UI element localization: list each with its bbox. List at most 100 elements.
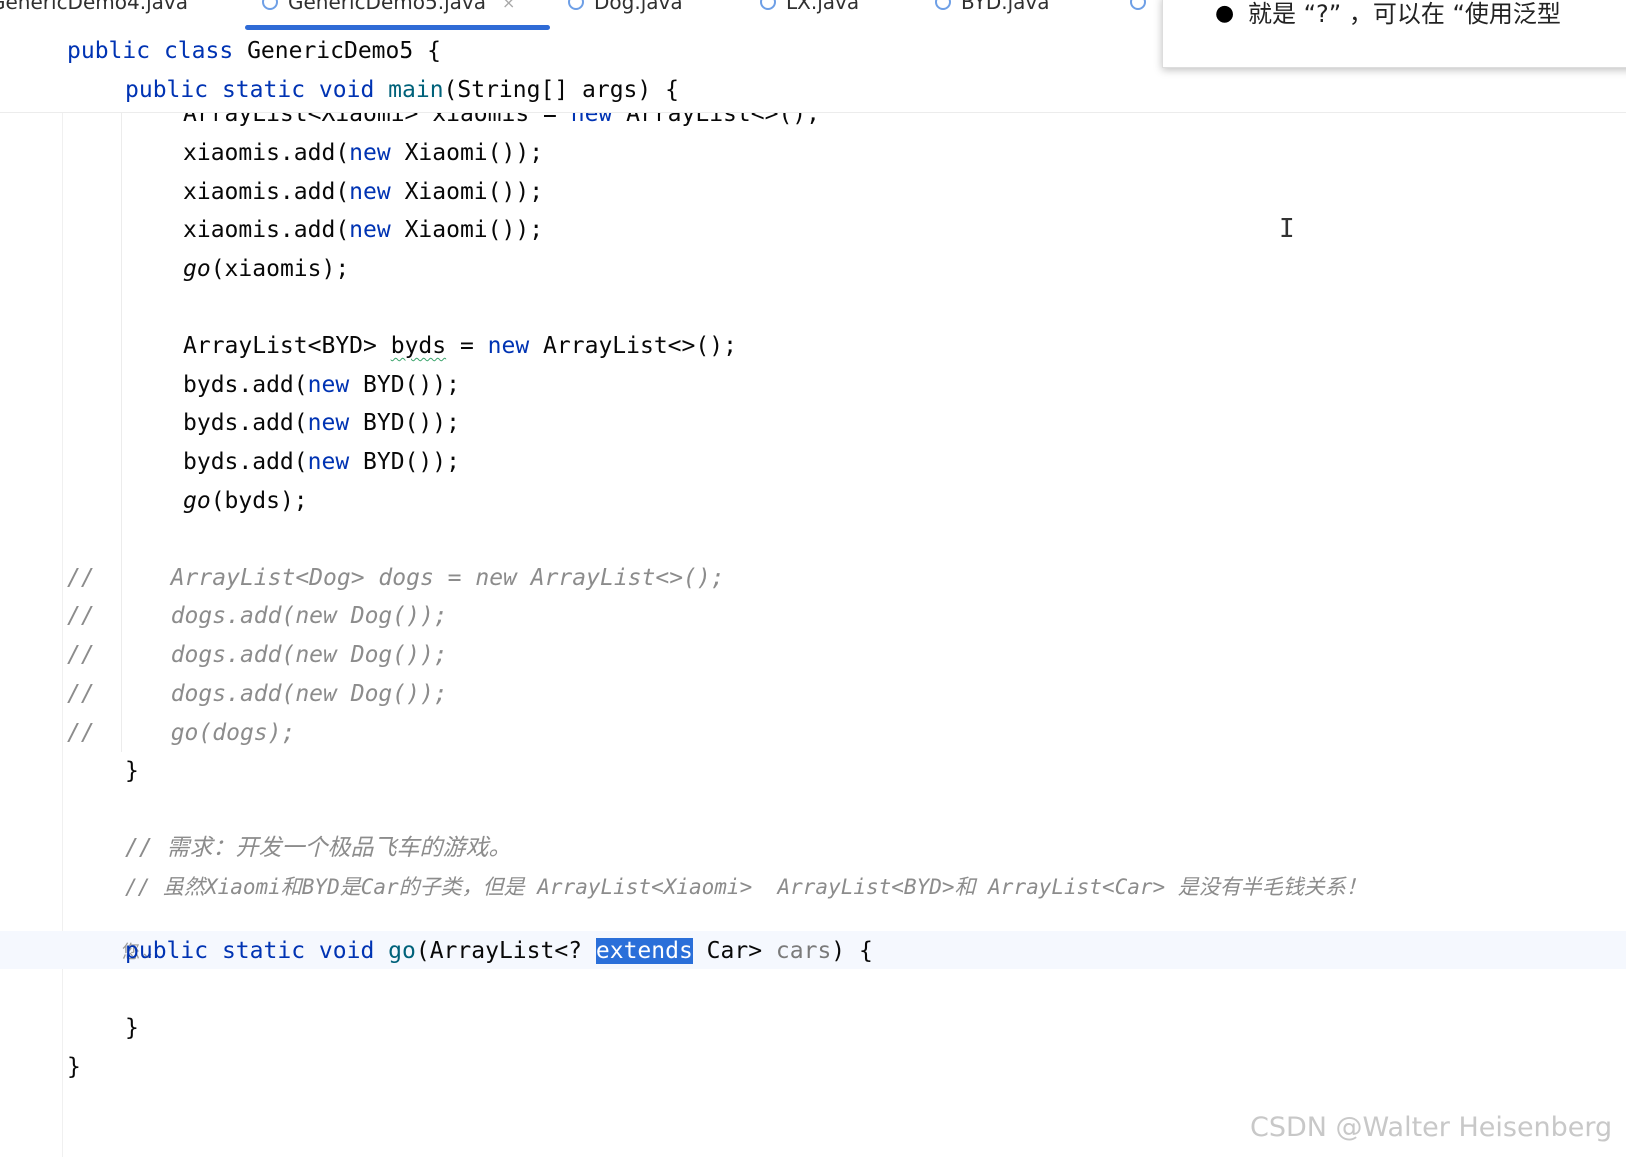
keyword: static: [221, 938, 306, 964]
code-line-go-decl[interactable]: public static void go(ArrayList<? extend…: [125, 936, 873, 966]
code-line[interactable]: byds.add(new BYD());: [183, 408, 460, 438]
code-text: ArrayList<>();: [529, 333, 737, 359]
code-text: ArrayList<BYD>: [183, 333, 391, 359]
selected-keyword: extends: [595, 938, 693, 964]
popup-text: 就是 “?” ，可以在 “使用泛型: [1248, 0, 1561, 28]
keyword: new: [349, 140, 391, 166]
comment-line[interactable]: // ArrayList<Dog> dogs = new ArrayList<>(…: [67, 563, 725, 593]
comment-text: dogs.add(new Dog());: [170, 603, 448, 629]
keyword: void: [318, 77, 375, 103]
java-class-icon: [262, 0, 278, 10]
java-class-icon: [1130, 0, 1146, 10]
keyword: new: [487, 333, 530, 359]
comment-marker: //: [67, 642, 95, 668]
annotation-popup: ● 就是 “?” ，可以在 “使用泛型: [1162, 0, 1626, 68]
class-name: GenericDemo5: [247, 38, 414, 64]
tab-overflow[interactable]: [1130, 0, 1146, 16]
code-line[interactable]: ArrayList<BYD> byds = new ArrayList<>();: [183, 331, 737, 361]
tab-label: LX.java: [786, 0, 860, 14]
tab-dog[interactable]: Dog.java: [568, 0, 683, 16]
code-text: xiaomis.add(: [183, 140, 350, 166]
comment-line[interactable]: // 需求：开发一个极品飞车的游戏。: [125, 833, 512, 863]
code-text: BYD());: [349, 372, 460, 398]
code-text: BYD());: [349, 449, 460, 475]
comment-text: dogs.add(new Dog());: [170, 642, 448, 668]
code-line-main-decl[interactable]: public static void main(String[] args) {: [125, 75, 679, 105]
code-line-class-decl[interactable]: public class GenericDemo5 {: [67, 36, 441, 66]
code-text: (xiaomis);: [210, 256, 350, 282]
code-line[interactable]: go(xiaomis);: [183, 254, 349, 284]
code-text: byds.add(: [183, 372, 308, 398]
code-text: xiaomis.add(: [183, 217, 350, 243]
method-name: main: [388, 77, 444, 103]
java-class-icon: [568, 0, 584, 10]
java-class-icon: [935, 0, 951, 10]
code-text: Xiaomi());: [390, 217, 544, 243]
method-call: go: [183, 488, 211, 514]
keyword: class: [163, 38, 234, 64]
comment-marker: //: [67, 681, 95, 707]
closing-brace[interactable]: }: [125, 756, 139, 786]
comment-marker: //: [67, 603, 95, 629]
keyword: new: [307, 410, 350, 436]
code-text: BYD());: [349, 410, 460, 436]
code-line[interactable]: xiaomis.add(new Xiaomi());: [183, 138, 543, 168]
code-line[interactable]: byds.add(new BYD());: [183, 370, 460, 400]
comment-marker: //: [67, 565, 95, 591]
code-line[interactable]: xiaomis.add(new Xiaomi());: [183, 177, 543, 207]
comment-line[interactable]: // go(dogs);: [67, 718, 295, 748]
code-text: xiaomis.add(: [183, 179, 350, 205]
bullet-icon: ●: [1215, 1, 1235, 26]
keyword: static: [221, 77, 306, 103]
comment-marker: //: [67, 720, 95, 746]
active-tab-indicator: [245, 25, 550, 30]
tab-label: Dog.java: [594, 0, 683, 14]
brace: {: [413, 38, 441, 64]
watermark: CSDN @Walter Heisenberg: [1250, 1112, 1613, 1143]
comment-line[interactable]: // dogs.add(new Dog());: [67, 601, 448, 631]
method-call: go: [183, 256, 211, 282]
keyword: new: [349, 179, 391, 205]
comment-line[interactable]: // dogs.add(new Dog());: [67, 679, 448, 709]
comment-text: dogs.add(new Dog());: [170, 681, 448, 707]
gutter-divider: [62, 112, 63, 1157]
keyword: public: [67, 38, 151, 64]
code-text: (ArrayList<?: [415, 938, 596, 964]
code-line[interactable]: xiaomis.add(new Xiaomi());: [183, 215, 543, 245]
keyword: public: [125, 938, 209, 964]
close-icon[interactable]: ×: [502, 0, 515, 12]
code-text: (byds);: [210, 488, 308, 514]
code-text: ) {: [831, 938, 873, 964]
variable-name: byds: [390, 333, 447, 359]
code-text: Car>: [692, 938, 776, 964]
comment-line[interactable]: // dogs.add(new Dog());: [67, 640, 448, 670]
code-text: Xiaomi());: [390, 140, 544, 166]
keyword: new: [307, 449, 350, 475]
tab-label: BYD.java: [961, 0, 1050, 14]
code-text: =: [446, 333, 488, 359]
tab-genericdemo5[interactable]: GenericDemo5.java ×: [262, 0, 515, 16]
keyword: new: [349, 217, 391, 243]
keyword: public: [125, 77, 209, 103]
method-name: go: [388, 938, 416, 964]
tab-label: GenericDemo4.java: [0, 0, 188, 14]
tab-lx[interactable]: LX.java: [760, 0, 859, 16]
tab-genericdemo4[interactable]: GenericDemo4.java: [0, 0, 188, 16]
keyword: void: [318, 938, 375, 964]
closing-brace[interactable]: }: [125, 1013, 139, 1043]
closing-brace[interactable]: }: [67, 1052, 81, 1082]
comment-line[interactable]: // 虽然Xiaomi和BYD是Car的子类，但是 ArrayList<Xiao…: [125, 872, 1367, 902]
code-text: byds.add(: [183, 449, 308, 475]
code-line[interactable]: byds.add(new BYD());: [183, 447, 460, 477]
code-text: Xiaomi());: [390, 179, 544, 205]
code-text: byds.add(: [183, 410, 308, 436]
java-class-icon: [760, 0, 776, 10]
tab-byd[interactable]: BYD.java: [935, 0, 1050, 16]
tab-label: GenericDemo5.java: [288, 0, 486, 14]
code-text: (String[] args) {: [443, 77, 679, 103]
comment-text: go(dogs);: [170, 720, 296, 746]
keyword: new: [307, 372, 350, 398]
parameter-name: cars: [775, 938, 832, 964]
code-line[interactable]: go(byds);: [183, 486, 308, 516]
text-cursor-icon: I: [1279, 214, 1295, 244]
